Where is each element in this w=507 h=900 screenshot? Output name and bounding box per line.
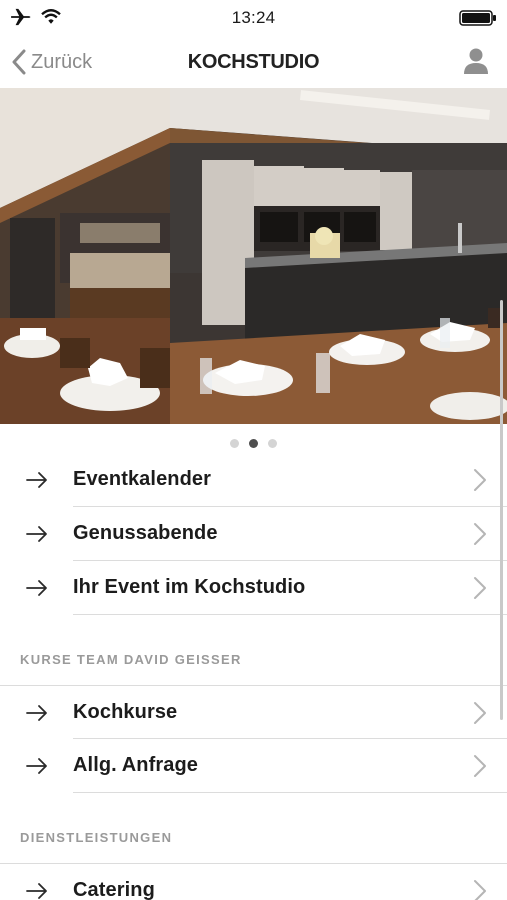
arrow-right-icon — [26, 705, 47, 721]
chevron-right-icon — [474, 880, 486, 900]
page-dot-active[interactable] — [249, 439, 258, 448]
menu-item-ihr-event[interactable]: Ihr Event im Kochstudio — [0, 561, 507, 615]
hero-image-carousel[interactable] — [0, 88, 507, 424]
battery-icon — [459, 10, 496, 26]
arrow-right-icon — [26, 526, 47, 542]
arrow-right-icon — [26, 580, 47, 596]
page-title: KOCHSTUDIO — [187, 51, 320, 73]
chevron-right-icon — [474, 469, 486, 491]
menu-item-genussabende[interactable]: Genussabende — [0, 507, 507, 561]
menu-item-label: Kochkurse — [73, 701, 178, 723]
menu-item-label: Eventkalender — [73, 468, 212, 490]
menu-item-label: Genussabende — [73, 522, 218, 544]
page-dot[interactable] — [230, 439, 239, 448]
menu-item-anfrage[interactable]: Allg. Anfrage — [0, 739, 507, 793]
user-profile-icon[interactable] — [461, 46, 491, 76]
status-bar: 13:24 — [0, 0, 507, 36]
section-header-kurse: KURSE TEAM DAVID GEISSER — [0, 615, 507, 685]
chevron-right-icon — [474, 523, 486, 545]
menu-item-eventkalender[interactable]: Eventkalender — [0, 453, 507, 507]
status-time: 13:24 — [231, 8, 276, 27]
section-header-dienstleistungen: DIENSTLEISTUNGEN — [0, 793, 507, 863]
kitchen-studio-photo — [0, 88, 507, 424]
scrollbar[interactable] — [500, 300, 503, 720]
arrow-right-icon — [26, 758, 47, 774]
menu-item-kochkurse[interactable]: Kochkurse — [0, 685, 507, 739]
menu-item-label: Ihr Event im Kochstudio — [73, 576, 306, 598]
page-dot[interactable] — [268, 439, 277, 448]
arrow-right-icon — [26, 472, 47, 488]
navigation-bar: Zurück KOCHSTUDIO — [0, 36, 507, 88]
section-title: KURSE TEAM DAVID GEISSER — [20, 652, 242, 667]
chevron-right-icon — [474, 755, 486, 777]
menu-list: Eventkalender Genussabende Ihr Event im … — [0, 453, 507, 900]
chevron-right-icon — [474, 702, 486, 724]
menu-item-label: Allg. Anfrage — [73, 754, 199, 776]
carousel-page-indicator[interactable] — [0, 439, 507, 453]
arrow-right-icon — [26, 883, 47, 899]
menu-item-label: Catering — [73, 879, 155, 900]
section-title: DIENSTLEISTUNGEN — [20, 830, 173, 845]
chevron-right-icon — [474, 577, 486, 599]
menu-item-catering[interactable]: Catering — [0, 863, 507, 900]
